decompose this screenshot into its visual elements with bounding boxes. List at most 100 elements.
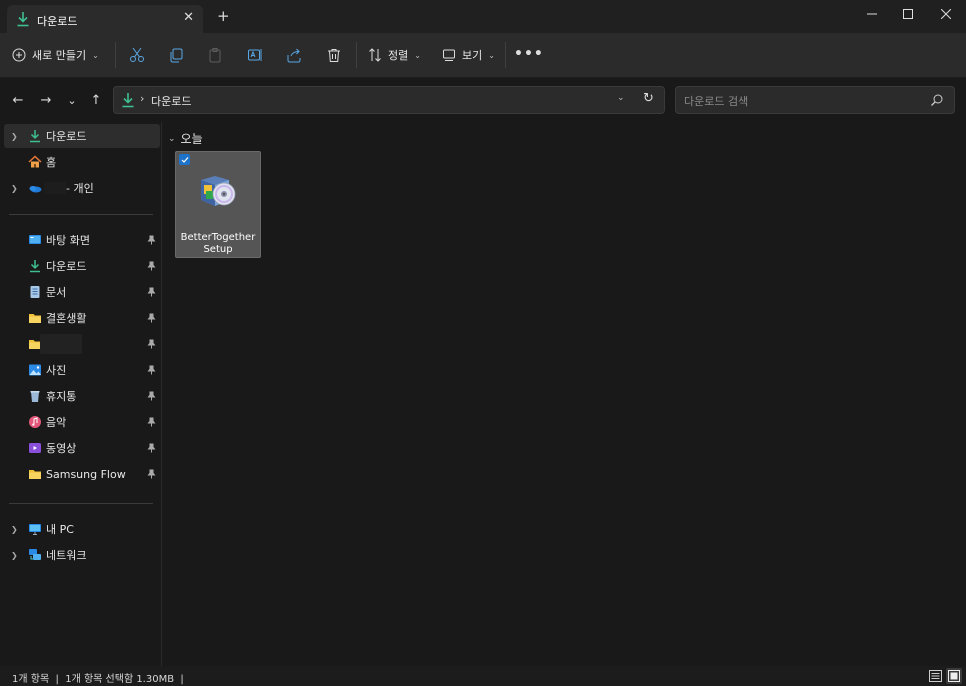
pin-icon[interactable] [147,391,156,401]
sidebar-item-downloads-quick[interactable]: 다운로드 [4,254,160,278]
minimize-button[interactable] [853,0,891,28]
maximize-icon [903,9,913,19]
sidebar-item-videos[interactable]: 동영상 [4,436,160,460]
close-window-button[interactable] [927,0,965,28]
forward-button[interactable]: → [36,90,56,110]
search-icon [931,94,943,106]
share-button[interactable] [284,45,304,65]
sidebar-item-onedrive[interactable]: ❯ - 개인 [4,176,160,200]
tiles-view-icon [948,670,960,682]
sidebar-item-documents[interactable]: 문서 [4,280,160,304]
new-item-button[interactable]: 새로 만들기 ⌄ [12,44,99,66]
installer-cd-icon [201,176,236,206]
folder-icon [29,470,41,479]
sidebar-divider [9,214,153,215]
pin-icon[interactable] [147,287,156,297]
up-button[interactable]: ↑ [86,90,106,110]
sidebar-item-label: 문서 [46,286,67,299]
refresh-button[interactable]: ↻ [643,91,654,106]
title-bar: 다운로드 ✕ + [0,0,966,33]
selection-checkbox[interactable] [179,154,190,165]
pin-icon[interactable] [147,261,156,271]
sidebar-item-label: - 개인 [66,182,94,195]
navigation-bar: ← → ⌄ ↑ › 다운로드 ⌄ ↻ 다운로드 검색 [0,78,966,122]
pin-icon[interactable] [147,469,156,479]
rename-icon [248,49,262,61]
pin-icon[interactable] [147,313,156,323]
close-icon [941,9,951,19]
back-button[interactable]: ← [8,90,28,110]
sidebar-item-label: Samsung Flow [46,467,126,481]
breadcrumb[interactable]: 다운로드 [151,93,191,109]
pin-icon[interactable] [147,339,156,349]
sidebar-item-downloads[interactable]: ❯ 다운로드 [4,124,160,148]
close-tab-button[interactable]: ✕ [183,10,194,25]
pin-icon[interactable] [147,365,156,375]
sidebar-item-label: 결혼생활 [46,312,87,325]
minimize-icon [867,13,877,15]
sidebar-item-network[interactable]: ❯ 네트워크 [4,543,160,567]
file-item[interactable]: BetterTogetherSetup [175,151,261,258]
tab-downloads[interactable]: 다운로드 ✕ [7,5,203,33]
paste-button[interactable] [205,45,225,65]
address-bar[interactable]: › 다운로드 ⌄ ↻ [113,86,665,114]
sidebar-item-label: 바탕 화면 [46,234,90,247]
copy-button[interactable] [166,45,186,65]
sidebar-item-folder-redacted[interactable] [4,332,160,356]
tab-title: 다운로드 [37,15,78,28]
redacted-account-name [44,182,66,194]
details-view-button[interactable] [927,668,943,684]
address-history-dropdown[interactable]: ⌄ [617,93,625,103]
expand-icon[interactable]: ❯ [11,184,18,193]
download-icon [30,130,40,143]
recent-locations-button[interactable]: ⌄ [62,90,82,110]
delete-button[interactable] [324,45,344,65]
group-header-today[interactable]: ⌄ 오늘 [168,130,203,147]
cut-button[interactable] [127,45,147,65]
chevron-down-icon: ⌄ [414,50,421,60]
this-pc-icon [29,524,41,535]
expand-icon[interactable]: ❯ [11,551,18,560]
pictures-icon [29,364,41,376]
more-options-button[interactable]: ••• [514,46,544,62]
chevron-down-icon: ⌄ [92,50,99,60]
pin-icon[interactable] [147,235,156,245]
details-view-icon [928,670,942,682]
share-icon [287,48,301,63]
copy-icon [170,48,183,63]
expand-icon[interactable]: ❯ [11,132,18,141]
sidebar-item-recycle-bin[interactable]: 휴지통 [4,384,160,408]
search-box[interactable]: 다운로드 검색 [675,86,955,114]
file-list: ⌄ 오늘 BetterTogetherSetup [162,122,966,666]
sidebar-item-label: 사진 [46,364,67,377]
sidebar-item-label: 네트워크 [46,549,87,562]
maximize-button[interactable] [889,0,927,28]
expand-icon[interactable]: ❯ [11,525,18,534]
pin-icon[interactable] [147,443,156,453]
search-placeholder: 다운로드 검색 [684,95,749,108]
pin-icon[interactable] [147,417,156,427]
sidebar-item-this-pc[interactable]: ❯ 내 PC [4,517,160,541]
sidebar-item-home[interactable]: 홈 [4,150,160,174]
sidebar-item-folder-marriage[interactable]: 결혼생활 [4,306,160,330]
download-icon [30,260,40,273]
delete-icon [328,49,340,62]
large-icons-view-button[interactable] [946,668,962,684]
sidebar-divider [9,503,153,504]
cut-icon [130,47,144,62]
desktop-icon [29,235,41,244]
group-header-label: 오늘 [180,132,203,146]
breadcrumb-separator[interactable]: › [140,92,144,105]
sidebar-item-label: 동영상 [46,442,77,455]
rename-button[interactable] [245,45,265,65]
sort-icon [369,48,381,62]
sidebar-item-music[interactable]: 음악 [4,410,160,434]
sidebar-item-samsung-flow[interactable]: Samsung Flow [4,462,160,486]
file-name: BetterTogetherSetup [180,232,256,255]
sidebar-item-desktop[interactable]: 바탕 화면 [4,228,160,252]
sidebar-item-label: 다운로드 [46,260,87,273]
new-tab-button[interactable]: + [217,9,230,24]
sidebar-item-pictures[interactable]: 사진 [4,358,160,382]
sort-button[interactable]: 정렬 ⌄ [368,44,421,66]
view-button[interactable]: 보기 ⌄ [442,44,495,66]
